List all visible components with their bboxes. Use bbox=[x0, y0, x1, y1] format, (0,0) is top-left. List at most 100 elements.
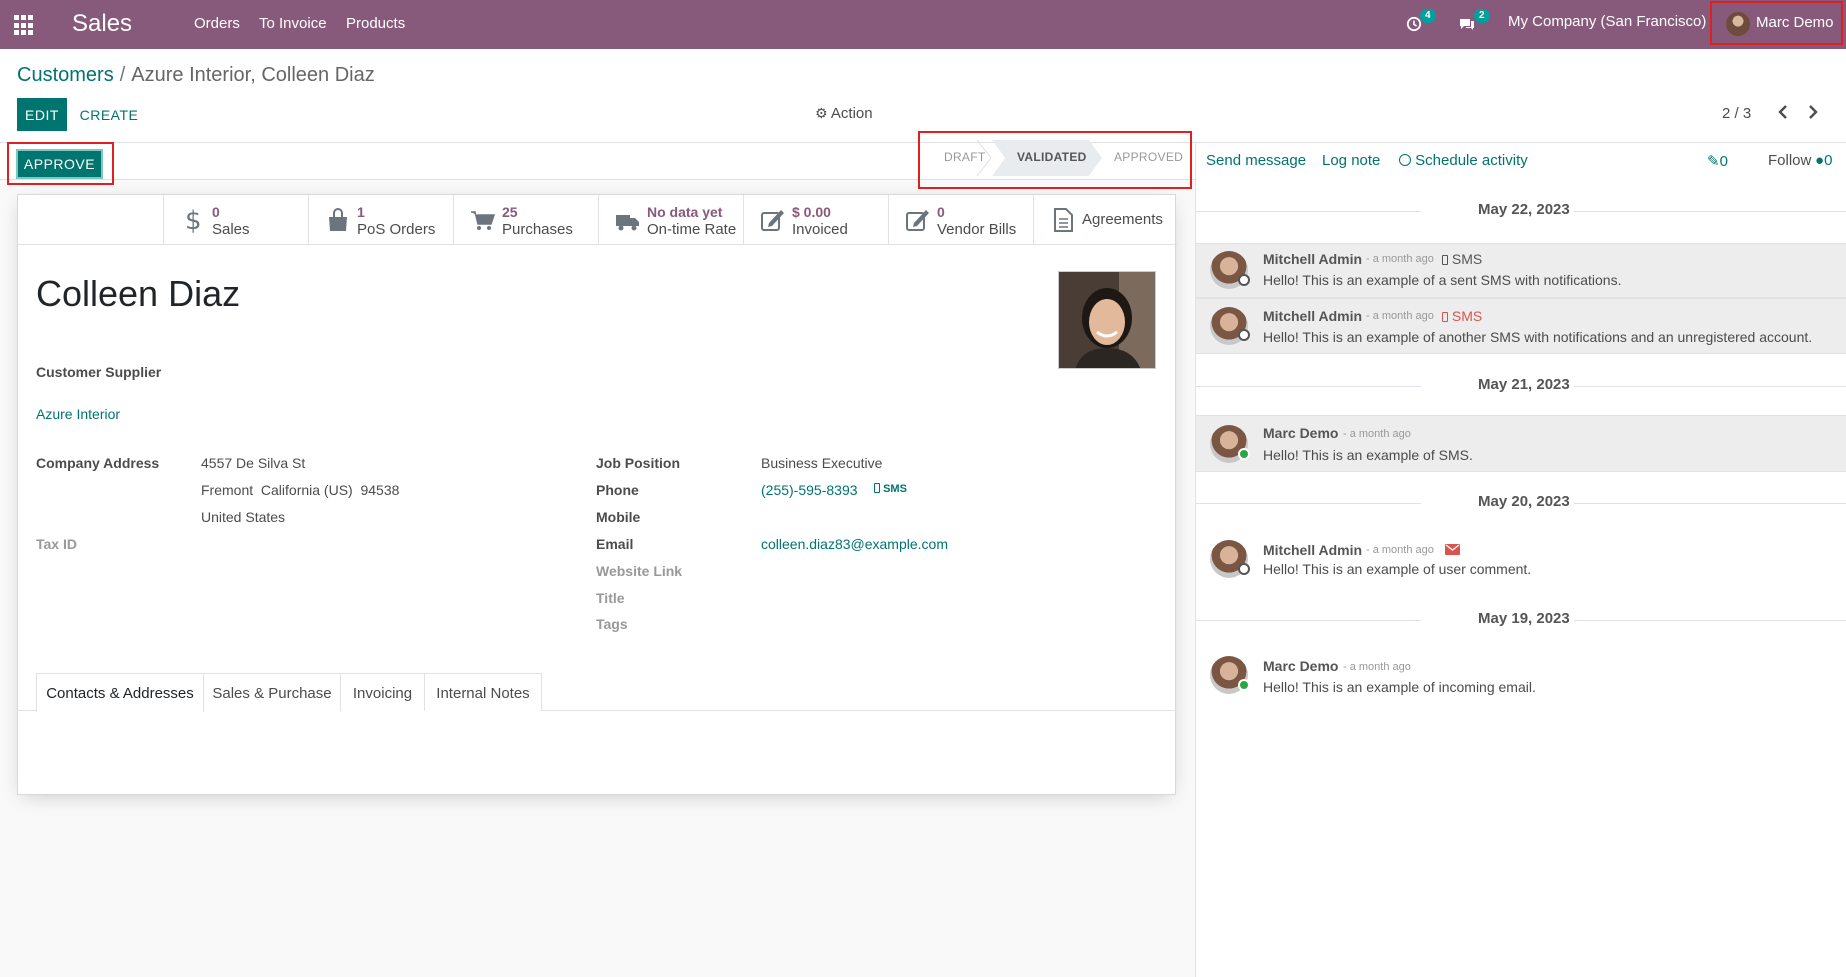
partner-category-tags: Customer Supplier bbox=[36, 364, 162, 380]
user-icon: ● bbox=[1815, 152, 1825, 169]
purchases-smart-button[interactable]: 25 Purchases bbox=[453, 195, 598, 245]
agreements-smart-button[interactable]: Agreements bbox=[1033, 195, 1177, 245]
online-status-dot bbox=[1238, 679, 1250, 691]
stage-validated[interactable]: VALIDATED bbox=[1017, 150, 1087, 164]
chatter-panel: Send message Log note Schedule activity … bbox=[1195, 143, 1846, 977]
tab-contacts-addresses[interactable]: Contacts & Addresses bbox=[36, 673, 204, 712]
partner-name[interactable]: Colleen Diaz bbox=[36, 273, 240, 315]
message-date: - a month ago bbox=[1366, 544, 1434, 556]
pager-next-icon[interactable] bbox=[1807, 105, 1819, 124]
message-author[interactable]: Mitchell Admin bbox=[1263, 308, 1362, 324]
online-status-dot bbox=[1238, 448, 1250, 460]
day-label: May 22, 2023 bbox=[1478, 201, 1570, 218]
breadcrumb-customers[interactable]: Customers bbox=[17, 64, 114, 86]
action-menu[interactable]: ⚙ Action bbox=[815, 105, 873, 122]
message-body: Hello! This is an example of incoming em… bbox=[1263, 679, 1536, 695]
apps-menu-icon[interactable] bbox=[14, 12, 38, 36]
menu-orders[interactable]: Orders bbox=[194, 15, 240, 32]
attachments-count: 0 bbox=[1719, 153, 1728, 170]
schedule-activity-button[interactable]: Schedule activity bbox=[1399, 152, 1528, 169]
pos-orders-count: 1 bbox=[357, 204, 365, 220]
approve-button[interactable]: APPROVE bbox=[16, 149, 103, 179]
message-type-label: SMS bbox=[1451, 251, 1483, 267]
app-brand[interactable]: Sales bbox=[72, 10, 132, 38]
email-link[interactable]: colleen.diaz83@example.com bbox=[761, 536, 948, 552]
address-country[interactable]: United States bbox=[201, 509, 285, 525]
sms-type[interactable]: SMS bbox=[1442, 308, 1482, 324]
envelope-icon bbox=[1445, 544, 1460, 555]
message-author[interactable]: Mitchell Admin bbox=[1263, 542, 1362, 558]
messages-button[interactable]: 2 bbox=[1458, 9, 1490, 36]
approve-highlight: APPROVE bbox=[7, 142, 114, 185]
breadcrumb: Customers / Azure Interior, Colleen Diaz bbox=[17, 64, 375, 87]
edit-icon bbox=[906, 210, 929, 231]
tab-invoicing[interactable]: Invoicing bbox=[341, 673, 425, 711]
address-street[interactable]: 4557 De Silva St bbox=[201, 455, 305, 471]
svg-text:$: $ bbox=[185, 207, 202, 233]
sms-type[interactable]: SMS bbox=[1442, 251, 1482, 267]
pager-value[interactable]: 2 / 3 bbox=[1722, 105, 1751, 122]
followers-button[interactable]: ●0 bbox=[1815, 152, 1832, 169]
mobile-icon bbox=[874, 483, 880, 493]
edit-button[interactable]: EDIT bbox=[17, 98, 67, 131]
send-sms-button[interactable]: SMS bbox=[874, 483, 907, 495]
pos-orders-smart-button[interactable]: 1 PoS Orders bbox=[308, 195, 453, 245]
message-item: Mitchell Admin - a month ago SMS Hello! … bbox=[1196, 243, 1846, 298]
followers-count: 0 bbox=[1824, 152, 1833, 169]
activity-button[interactable]: 4 bbox=[1406, 9, 1436, 36]
address-city[interactable]: Fremont California (US) 94538 bbox=[201, 482, 399, 498]
follow-button[interactable]: Follow bbox=[1768, 152, 1811, 169]
day-separator: May 22, 2023 bbox=[1196, 201, 1846, 221]
schedule-activity-label: Schedule activity bbox=[1415, 152, 1528, 169]
stage-draft[interactable]: DRAFT bbox=[944, 150, 986, 164]
paperclip-icon: ✎ bbox=[1707, 153, 1720, 170]
pager-previous-icon[interactable] bbox=[1777, 105, 1789, 124]
smart-button-box: $ 0 Sales 1 PoS Orders 25 Purchases No d… bbox=[18, 195, 1177, 245]
user-menu[interactable]: Marc Demo bbox=[1710, 1, 1843, 45]
email-type[interactable] bbox=[1445, 542, 1460, 558]
on-time-rate-label: On-time Rate bbox=[647, 221, 737, 238]
breadcrumb-current: Azure Interior, Colleen Diaz bbox=[131, 64, 375, 86]
top-navbar: Sales Orders To Invoice Products 4 2 My … bbox=[0, 0, 1846, 49]
title-label: Title bbox=[596, 590, 625, 606]
phone-link[interactable]: (255)-595-8393 bbox=[761, 482, 858, 498]
stage-approved[interactable]: APPROVED bbox=[1114, 150, 1183, 164]
job-position-value[interactable]: Business Executive bbox=[761, 455, 882, 471]
status-dot bbox=[1238, 329, 1250, 341]
on-time-rate-smart-button[interactable]: No data yet On-time Rate bbox=[598, 195, 743, 245]
day-separator: May 20, 2023 bbox=[1196, 493, 1846, 513]
tax-id-label: Tax ID bbox=[36, 536, 77, 552]
breadcrumb-separator: / bbox=[119, 64, 126, 86]
tags-label: Tags bbox=[596, 616, 628, 632]
tab-internal-notes[interactable]: Internal Notes bbox=[425, 673, 542, 711]
message-author[interactable]: Marc Demo bbox=[1263, 658, 1338, 674]
invoiced-smart-button[interactable]: $ 0.00 Invoiced bbox=[743, 195, 888, 245]
message-author[interactable]: Mitchell Admin bbox=[1263, 251, 1362, 267]
gear-icon: ⚙ bbox=[815, 105, 828, 121]
job-position-label: Job Position bbox=[596, 455, 680, 471]
mobile-icon bbox=[1442, 312, 1448, 322]
vendor-bills-count: 0 bbox=[937, 204, 945, 220]
send-message-button[interactable]: Send message bbox=[1206, 152, 1306, 169]
message-item: Mitchell Admin - a month ago Hello! This… bbox=[1196, 531, 1846, 587]
company-switcher[interactable]: My Company (San Francisco) bbox=[1508, 13, 1706, 30]
message-type-label: SMS bbox=[1451, 308, 1483, 324]
sales-smart-button[interactable]: $ 0 Sales bbox=[163, 195, 308, 245]
message-author[interactable]: Marc Demo bbox=[1263, 425, 1338, 441]
email-label: Email bbox=[596, 536, 634, 552]
agreements-label: Agreements bbox=[1082, 211, 1163, 228]
mobile-label: Mobile bbox=[596, 509, 641, 525]
day-label: May 21, 2023 bbox=[1478, 376, 1570, 393]
log-note-button[interactable]: Log note bbox=[1322, 152, 1380, 169]
stage-pipeline: DRAFT VALIDATED APPROVED bbox=[918, 131, 1192, 189]
create-button[interactable]: CREATE bbox=[76, 98, 142, 131]
tab-sales-purchase[interactable]: Sales & Purchase bbox=[204, 673, 341, 711]
menu-products[interactable]: Products bbox=[346, 15, 405, 32]
menu-to-invoice[interactable]: To Invoice bbox=[259, 15, 327, 32]
partner-company-link[interactable]: Azure Interior bbox=[36, 406, 120, 422]
messages-count-badge: 2 bbox=[1474, 9, 1490, 23]
user-avatar bbox=[1726, 12, 1750, 36]
attachments-button[interactable]: ✎0 bbox=[1707, 152, 1728, 170]
vendor-bills-smart-button[interactable]: 0 Vendor Bills bbox=[888, 195, 1033, 245]
partner-photo[interactable] bbox=[1058, 271, 1156, 369]
